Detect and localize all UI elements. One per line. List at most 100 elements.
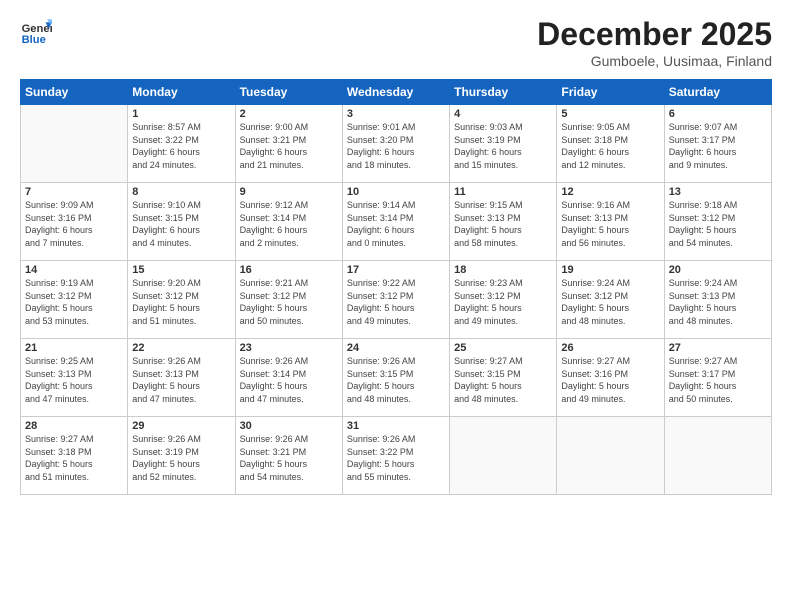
calendar-week-row: 14Sunrise: 9:19 AM Sunset: 3:12 PM Dayli… — [21, 261, 772, 339]
day-info: Sunrise: 9:19 AM Sunset: 3:12 PM Dayligh… — [25, 277, 123, 327]
day-info: Sunrise: 9:21 AM Sunset: 3:12 PM Dayligh… — [240, 277, 338, 327]
calendar-cell: 27Sunrise: 9:27 AM Sunset: 3:17 PM Dayli… — [664, 339, 771, 417]
day-info: Sunrise: 9:27 AM Sunset: 3:16 PM Dayligh… — [561, 355, 659, 405]
day-info: Sunrise: 9:27 AM Sunset: 3:15 PM Dayligh… — [454, 355, 552, 405]
calendar-cell: 4Sunrise: 9:03 AM Sunset: 3:19 PM Daylig… — [450, 105, 557, 183]
day-number: 1 — [132, 108, 230, 120]
day-info: Sunrise: 9:25 AM Sunset: 3:13 PM Dayligh… — [25, 355, 123, 405]
weekday-header: Saturday — [664, 80, 771, 105]
calendar-cell: 1Sunrise: 8:57 AM Sunset: 3:22 PM Daylig… — [128, 105, 235, 183]
calendar-cell: 28Sunrise: 9:27 AM Sunset: 3:18 PM Dayli… — [21, 417, 128, 495]
day-number: 26 — [561, 342, 659, 354]
calendar-cell — [664, 417, 771, 495]
calendar-cell: 14Sunrise: 9:19 AM Sunset: 3:12 PM Dayli… — [21, 261, 128, 339]
calendar-cell: 7Sunrise: 9:09 AM Sunset: 3:16 PM Daylig… — [21, 183, 128, 261]
month-title: December 2025 — [537, 16, 772, 53]
calendar-cell: 8Sunrise: 9:10 AM Sunset: 3:15 PM Daylig… — [128, 183, 235, 261]
day-number: 11 — [454, 186, 552, 198]
calendar-cell: 17Sunrise: 9:22 AM Sunset: 3:12 PM Dayli… — [342, 261, 449, 339]
calendar-cell: 21Sunrise: 9:25 AM Sunset: 3:13 PM Dayli… — [21, 339, 128, 417]
calendar-cell: 9Sunrise: 9:12 AM Sunset: 3:14 PM Daylig… — [235, 183, 342, 261]
calendar-cell: 31Sunrise: 9:26 AM Sunset: 3:22 PM Dayli… — [342, 417, 449, 495]
day-number: 27 — [669, 342, 767, 354]
day-number: 5 — [561, 108, 659, 120]
day-info: Sunrise: 9:22 AM Sunset: 3:12 PM Dayligh… — [347, 277, 445, 327]
calendar-cell: 5Sunrise: 9:05 AM Sunset: 3:18 PM Daylig… — [557, 105, 664, 183]
calendar-cell: 11Sunrise: 9:15 AM Sunset: 3:13 PM Dayli… — [450, 183, 557, 261]
day-number: 19 — [561, 264, 659, 276]
day-info: Sunrise: 9:14 AM Sunset: 3:14 PM Dayligh… — [347, 199, 445, 249]
day-info: Sunrise: 9:23 AM Sunset: 3:12 PM Dayligh… — [454, 277, 552, 327]
weekday-header: Sunday — [21, 80, 128, 105]
day-number: 31 — [347, 420, 445, 432]
day-info: Sunrise: 9:26 AM Sunset: 3:19 PM Dayligh… — [132, 433, 230, 483]
day-info: Sunrise: 9:09 AM Sunset: 3:16 PM Dayligh… — [25, 199, 123, 249]
day-number: 29 — [132, 420, 230, 432]
day-info: Sunrise: 9:10 AM Sunset: 3:15 PM Dayligh… — [132, 199, 230, 249]
day-number: 17 — [347, 264, 445, 276]
day-info: Sunrise: 9:15 AM Sunset: 3:13 PM Dayligh… — [454, 199, 552, 249]
calendar-cell: 22Sunrise: 9:26 AM Sunset: 3:13 PM Dayli… — [128, 339, 235, 417]
day-info: Sunrise: 9:18 AM Sunset: 3:12 PM Dayligh… — [669, 199, 767, 249]
day-number: 2 — [240, 108, 338, 120]
day-info: Sunrise: 9:20 AM Sunset: 3:12 PM Dayligh… — [132, 277, 230, 327]
day-number: 24 — [347, 342, 445, 354]
day-number: 14 — [25, 264, 123, 276]
calendar-cell: 6Sunrise: 9:07 AM Sunset: 3:17 PM Daylig… — [664, 105, 771, 183]
day-info: Sunrise: 9:01 AM Sunset: 3:20 PM Dayligh… — [347, 121, 445, 171]
calendar-cell: 24Sunrise: 9:26 AM Sunset: 3:15 PM Dayli… — [342, 339, 449, 417]
day-info: Sunrise: 9:00 AM Sunset: 3:21 PM Dayligh… — [240, 121, 338, 171]
title-block: December 2025 Gumboele, Uusimaa, Finland — [537, 16, 772, 69]
calendar-cell — [557, 417, 664, 495]
calendar-cell: 19Sunrise: 9:24 AM Sunset: 3:12 PM Dayli… — [557, 261, 664, 339]
weekday-header: Monday — [128, 80, 235, 105]
day-info: Sunrise: 8:57 AM Sunset: 3:22 PM Dayligh… — [132, 121, 230, 171]
day-number: 21 — [25, 342, 123, 354]
day-number: 30 — [240, 420, 338, 432]
page-container: General Blue December 2025 Gumboele, Uus… — [0, 0, 792, 505]
weekday-header: Friday — [557, 80, 664, 105]
header-row: General Blue December 2025 Gumboele, Uus… — [20, 16, 772, 69]
day-number: 15 — [132, 264, 230, 276]
calendar-cell: 29Sunrise: 9:26 AM Sunset: 3:19 PM Dayli… — [128, 417, 235, 495]
day-info: Sunrise: 9:24 AM Sunset: 3:13 PM Dayligh… — [669, 277, 767, 327]
day-number: 28 — [25, 420, 123, 432]
calendar-cell: 26Sunrise: 9:27 AM Sunset: 3:16 PM Dayli… — [557, 339, 664, 417]
day-info: Sunrise: 9:16 AM Sunset: 3:13 PM Dayligh… — [561, 199, 659, 249]
weekday-header: Wednesday — [342, 80, 449, 105]
day-info: Sunrise: 9:26 AM Sunset: 3:13 PM Dayligh… — [132, 355, 230, 405]
calendar-cell: 10Sunrise: 9:14 AM Sunset: 3:14 PM Dayli… — [342, 183, 449, 261]
day-number: 16 — [240, 264, 338, 276]
calendar-cell: 16Sunrise: 9:21 AM Sunset: 3:12 PM Dayli… — [235, 261, 342, 339]
day-number: 13 — [669, 186, 767, 198]
calendar-cell: 23Sunrise: 9:26 AM Sunset: 3:14 PM Dayli… — [235, 339, 342, 417]
day-number: 8 — [132, 186, 230, 198]
svg-text:Blue: Blue — [22, 34, 46, 46]
calendar-week-row: 28Sunrise: 9:27 AM Sunset: 3:18 PM Dayli… — [21, 417, 772, 495]
calendar-cell: 3Sunrise: 9:01 AM Sunset: 3:20 PM Daylig… — [342, 105, 449, 183]
calendar-cell: 12Sunrise: 9:16 AM Sunset: 3:13 PM Dayli… — [557, 183, 664, 261]
weekday-header: Thursday — [450, 80, 557, 105]
day-number: 23 — [240, 342, 338, 354]
day-info: Sunrise: 9:26 AM Sunset: 3:15 PM Dayligh… — [347, 355, 445, 405]
day-info: Sunrise: 9:26 AM Sunset: 3:22 PM Dayligh… — [347, 433, 445, 483]
weekday-header: Tuesday — [235, 80, 342, 105]
calendar-cell — [450, 417, 557, 495]
calendar-week-row: 7Sunrise: 9:09 AM Sunset: 3:16 PM Daylig… — [21, 183, 772, 261]
calendar-cell — [21, 105, 128, 183]
day-info: Sunrise: 9:27 AM Sunset: 3:17 PM Dayligh… — [669, 355, 767, 405]
logo: General Blue — [20, 16, 52, 48]
day-number: 10 — [347, 186, 445, 198]
day-number: 9 — [240, 186, 338, 198]
day-number: 18 — [454, 264, 552, 276]
day-number: 22 — [132, 342, 230, 354]
location-subtitle: Gumboele, Uusimaa, Finland — [537, 53, 772, 69]
day-info: Sunrise: 9:26 AM Sunset: 3:14 PM Dayligh… — [240, 355, 338, 405]
day-info: Sunrise: 9:07 AM Sunset: 3:17 PM Dayligh… — [669, 121, 767, 171]
day-number: 7 — [25, 186, 123, 198]
day-info: Sunrise: 9:26 AM Sunset: 3:21 PM Dayligh… — [240, 433, 338, 483]
calendar-week-row: 21Sunrise: 9:25 AM Sunset: 3:13 PM Dayli… — [21, 339, 772, 417]
day-info: Sunrise: 9:12 AM Sunset: 3:14 PM Dayligh… — [240, 199, 338, 249]
day-info: Sunrise: 9:27 AM Sunset: 3:18 PM Dayligh… — [25, 433, 123, 483]
calendar-table: SundayMondayTuesdayWednesdayThursdayFrid… — [20, 79, 772, 495]
